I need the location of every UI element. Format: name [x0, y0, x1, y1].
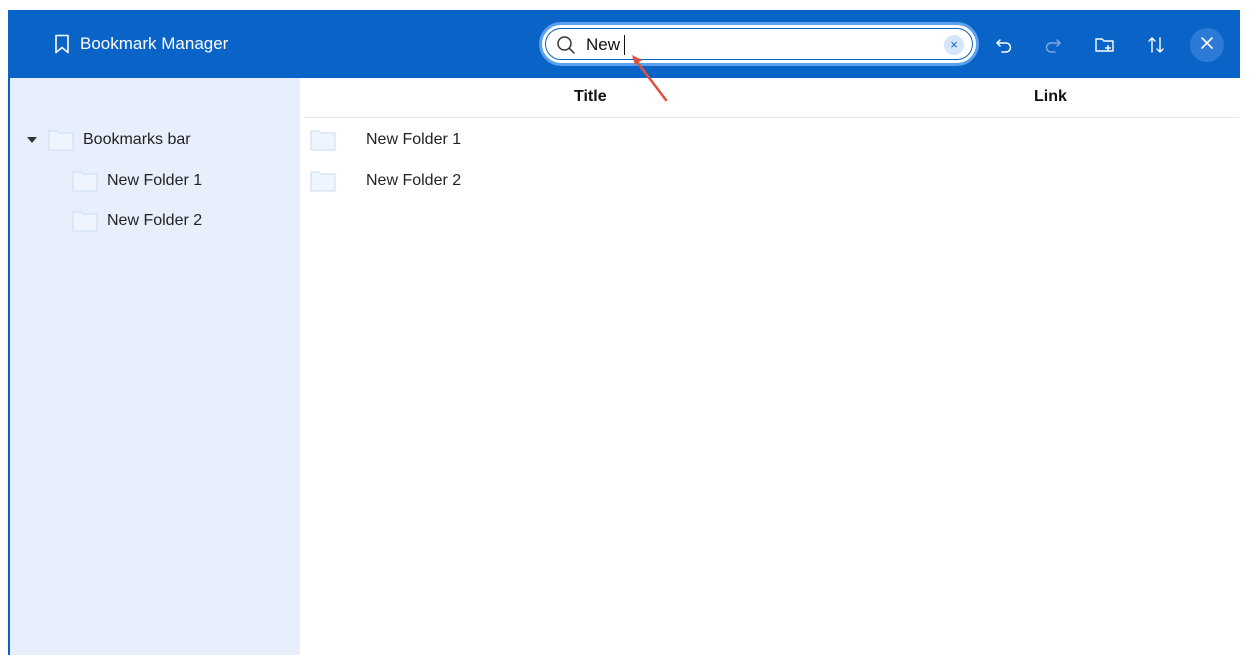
- redo-icon[interactable]: [1041, 34, 1065, 56]
- list-item-title: New Folder 2: [366, 172, 462, 189]
- app-title: Bookmark Manager: [80, 34, 229, 53]
- bookmark-icon: [54, 34, 70, 54]
- tree-item-new-folder-1[interactable]: New Folder 1: [72, 167, 202, 195]
- list-item[interactable]: New Folder 2: [310, 167, 461, 195]
- header-divider: [304, 117, 1239, 118]
- tree-item-label: New Folder 1: [107, 172, 203, 189]
- clear-search-button[interactable]: ×: [944, 35, 964, 55]
- tree-item-label: New Folder 2: [107, 212, 203, 229]
- undo-icon[interactable]: [992, 34, 1016, 56]
- column-header-link[interactable]: Link: [1034, 88, 1067, 106]
- expand-arrow-icon[interactable]: [24, 132, 40, 148]
- folder-tree-sidebar: Bookmarks bar New Folder 1 New Folder 2: [10, 78, 300, 655]
- top-bar: Bookmark Manager ×: [8, 10, 1240, 78]
- folder-icon: [72, 210, 98, 232]
- folder-icon: [72, 170, 98, 192]
- close-button[interactable]: [1190, 28, 1224, 62]
- list-item-title: New Folder 1: [366, 131, 462, 148]
- search-box[interactable]: ×: [539, 22, 979, 66]
- list-item[interactable]: New Folder 1: [310, 126, 461, 154]
- new-folder-icon[interactable]: [1093, 34, 1117, 56]
- bookmark-manager-window: Bookmark Manager ×: [0, 0, 1255, 655]
- tree-item-label: Bookmarks bar: [83, 131, 191, 148]
- text-caret: [624, 35, 625, 55]
- column-header-title[interactable]: Title: [574, 88, 607, 106]
- close-icon: [1200, 36, 1214, 55]
- bookmark-list-panel: Title Link New Folder 1 New Folder 2: [300, 78, 1240, 655]
- tree-item-bookmarks-bar[interactable]: Bookmarks bar: [24, 126, 191, 154]
- folder-icon: [48, 129, 74, 151]
- app-title-area: Bookmark Manager: [54, 32, 228, 56]
- sort-icon[interactable]: [1144, 34, 1168, 56]
- folder-icon: [310, 170, 336, 192]
- search-icon: [556, 35, 576, 60]
- folder-icon: [310, 129, 336, 151]
- tree-item-new-folder-2[interactable]: New Folder 2: [72, 207, 202, 235]
- search-input[interactable]: [586, 34, 916, 56]
